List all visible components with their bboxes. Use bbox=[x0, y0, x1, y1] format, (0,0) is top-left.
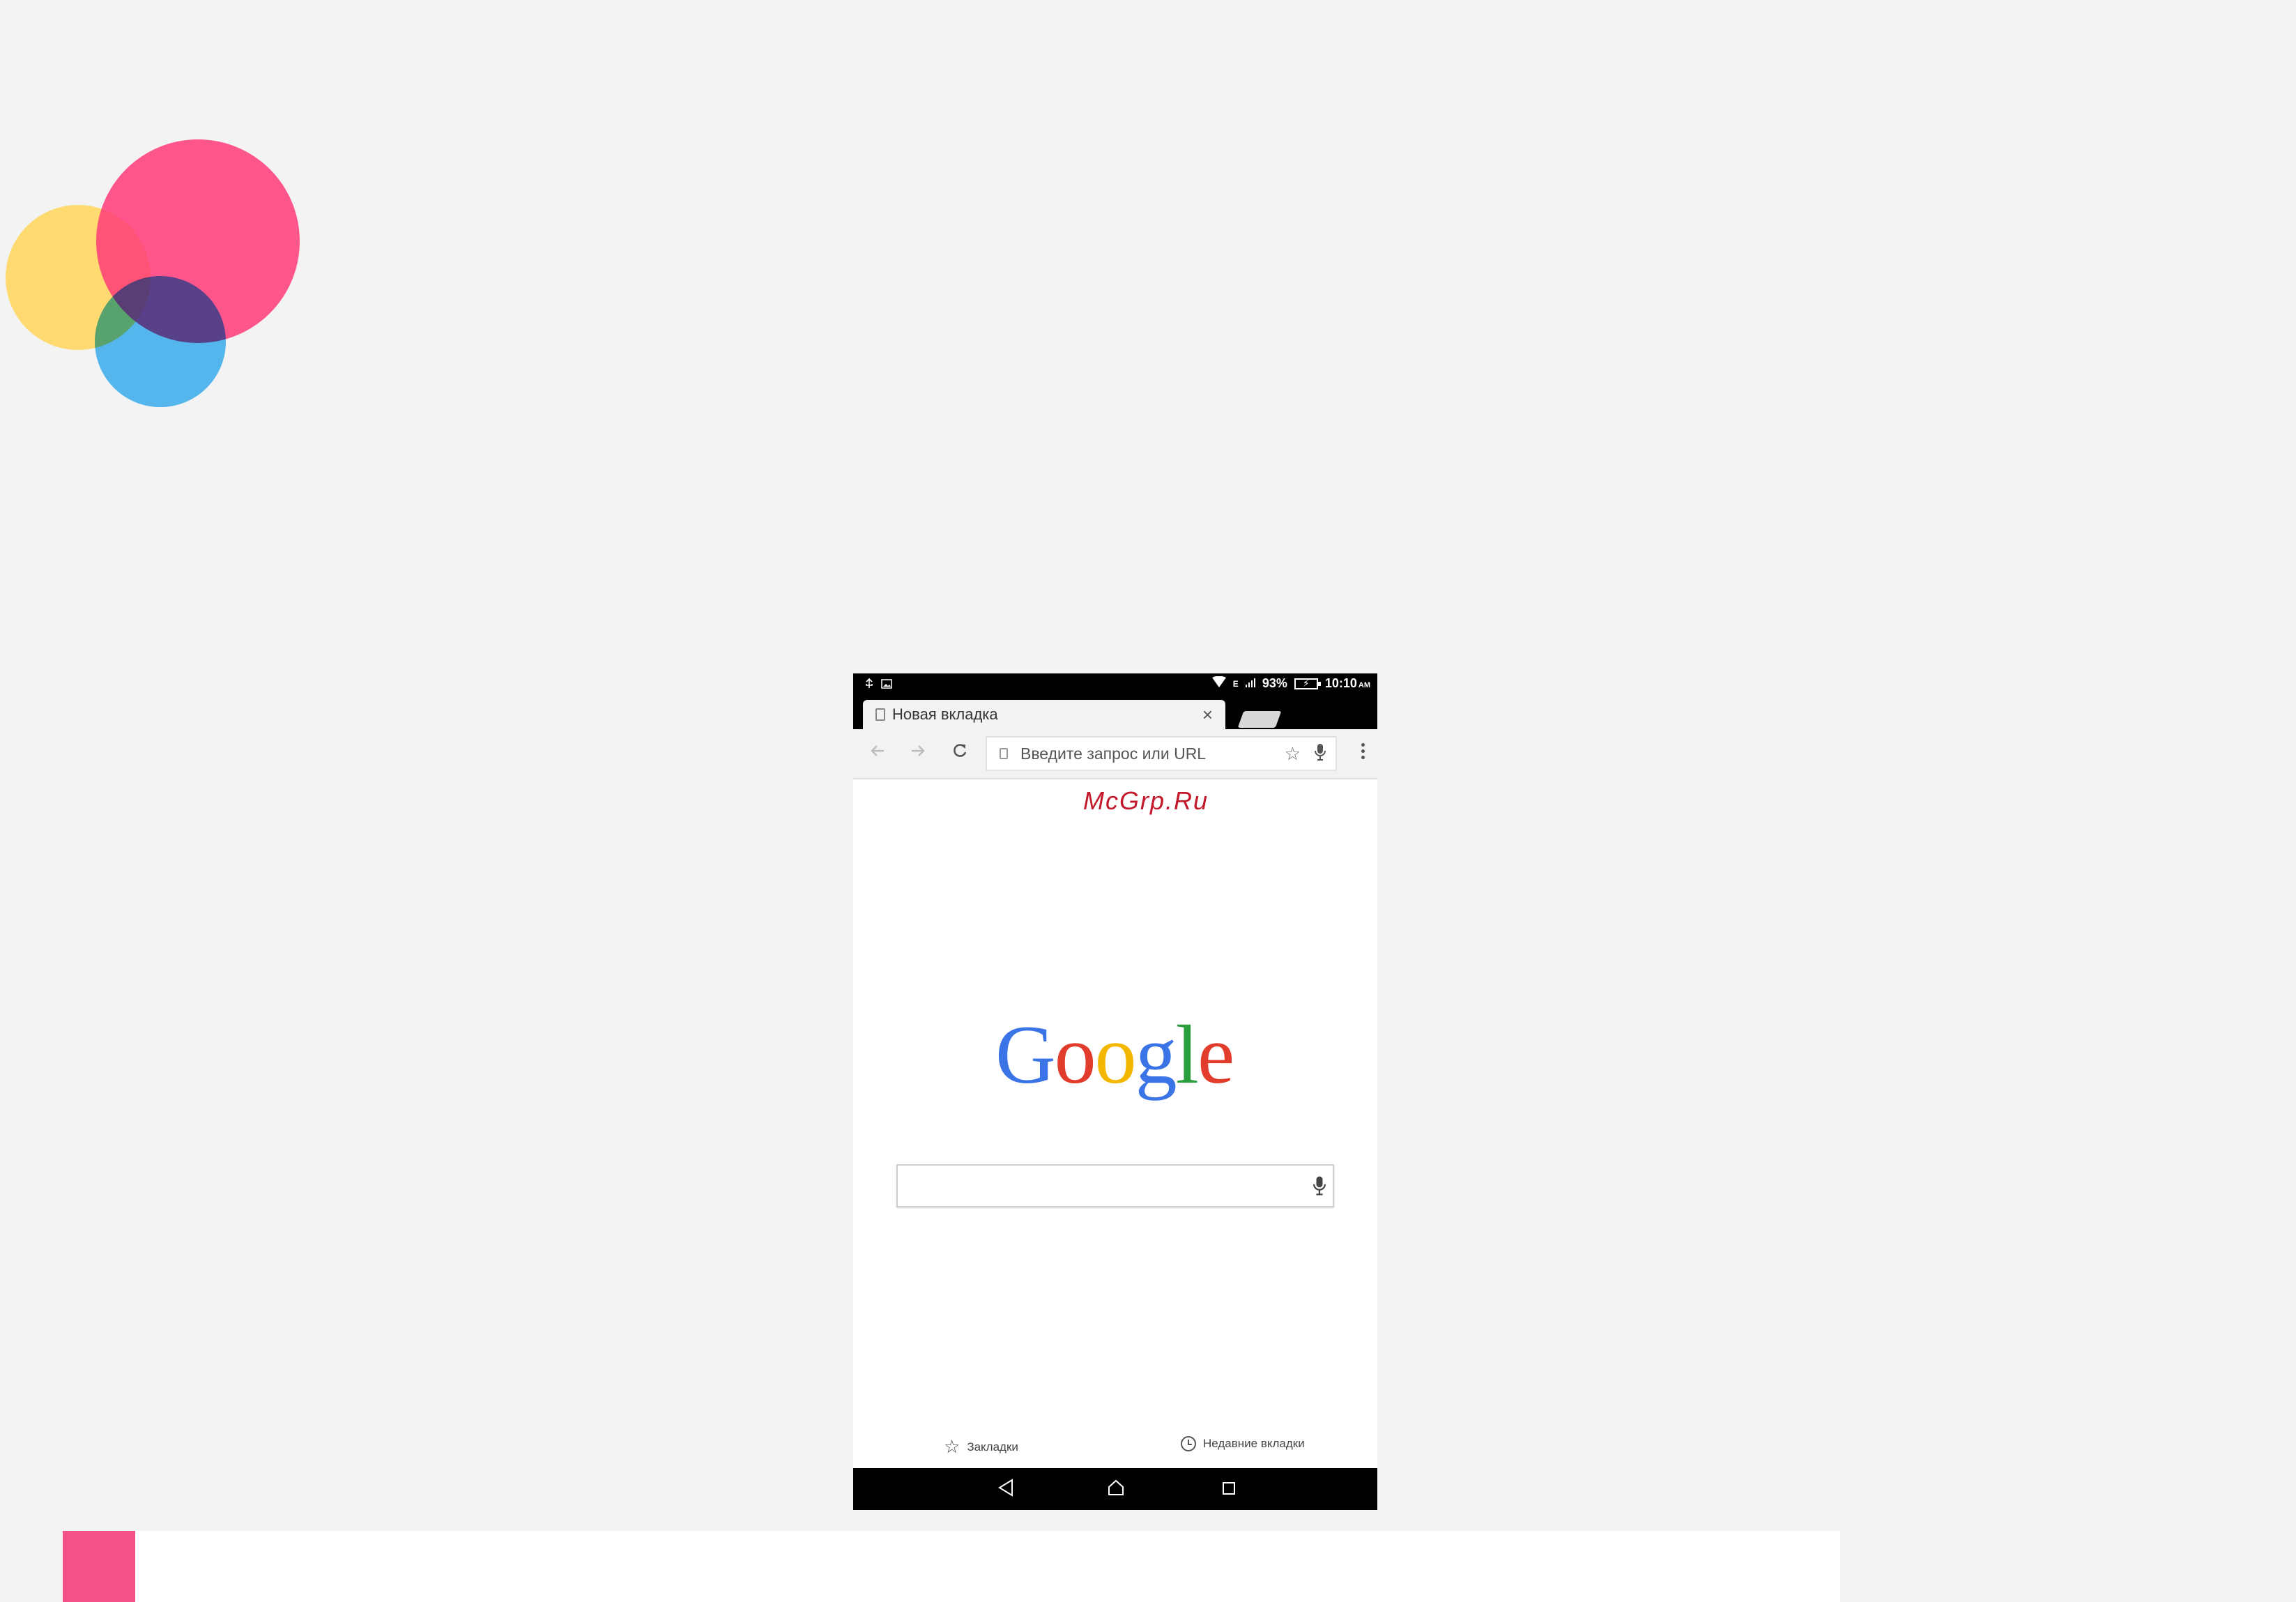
recent-tabs-link[interactable]: Недавние вкладки bbox=[1181, 1436, 1305, 1451]
star-icon: ☆ bbox=[944, 1436, 961, 1457]
watermark: McGrp.Ru bbox=[1083, 786, 1209, 815]
bookmarks-link[interactable]: ☆ Закладки bbox=[944, 1436, 1018, 1458]
bookmarks-label: Закладки bbox=[967, 1440, 1018, 1454]
page-icon bbox=[875, 708, 885, 721]
tab-strip: Новая вкладка × bbox=[853, 697, 1377, 729]
bottom-accent-block bbox=[63, 1531, 135, 1602]
status-bar: E 93% ⚡ 10:10 AM bbox=[853, 673, 1377, 697]
page-icon bbox=[1000, 748, 1008, 759]
battery-percent: 93% bbox=[1262, 676, 1287, 690]
signal-icon bbox=[1245, 676, 1255, 691]
omnibox[interactable]: ☆ bbox=[986, 736, 1337, 771]
mic-icon[interactable] bbox=[1315, 743, 1326, 765]
reload-icon[interactable] bbox=[951, 742, 969, 763]
image-icon bbox=[881, 678, 892, 694]
decor-circle-blue bbox=[95, 276, 226, 407]
wifi-icon bbox=[1211, 676, 1226, 691]
usb-icon bbox=[864, 678, 874, 694]
tab-new-tab[interactable]: Новая вкладка × bbox=[863, 700, 1225, 729]
browser-toolbar: ☆ bbox=[853, 729, 1377, 779]
bottom-panel bbox=[63, 1531, 1840, 1602]
star-icon[interactable]: ☆ bbox=[1285, 743, 1301, 765]
google-search-input[interactable] bbox=[896, 1164, 1334, 1207]
close-icon[interactable]: × bbox=[1202, 705, 1213, 724]
triangle-back-icon[interactable] bbox=[997, 1478, 1015, 1501]
battery-icon: ⚡ bbox=[1294, 678, 1321, 689]
more-vert-icon[interactable] bbox=[1361, 743, 1365, 759]
android-nav-bar bbox=[853, 1468, 1377, 1510]
arrow-left-icon[interactable] bbox=[868, 742, 887, 764]
recent-tabs-label: Недавние вкладки bbox=[1203, 1437, 1305, 1450]
home-icon[interactable] bbox=[1107, 1478, 1125, 1501]
status-right: E 93% ⚡ 10:10 AM bbox=[1211, 676, 1370, 691]
clock-icon bbox=[1181, 1436, 1196, 1451]
square-recent-icon[interactable] bbox=[1223, 1482, 1235, 1495]
status-time: 10:10 AM bbox=[1324, 676, 1370, 690]
network-type: E bbox=[1232, 678, 1239, 689]
arrow-right-icon[interactable] bbox=[909, 742, 927, 764]
status-left bbox=[864, 678, 892, 694]
new-tab-button[interactable] bbox=[1237, 711, 1282, 728]
omnibox-input[interactable] bbox=[1019, 743, 1285, 764]
device-screen: E 93% ⚡ 10:10 AM Новая вкладка × Введите… bbox=[853, 673, 1377, 1510]
tab-title: Новая вкладка bbox=[892, 705, 998, 723]
google-logo: Google bbox=[995, 1008, 1234, 1101]
mic-icon[interactable] bbox=[1313, 1175, 1326, 1200]
